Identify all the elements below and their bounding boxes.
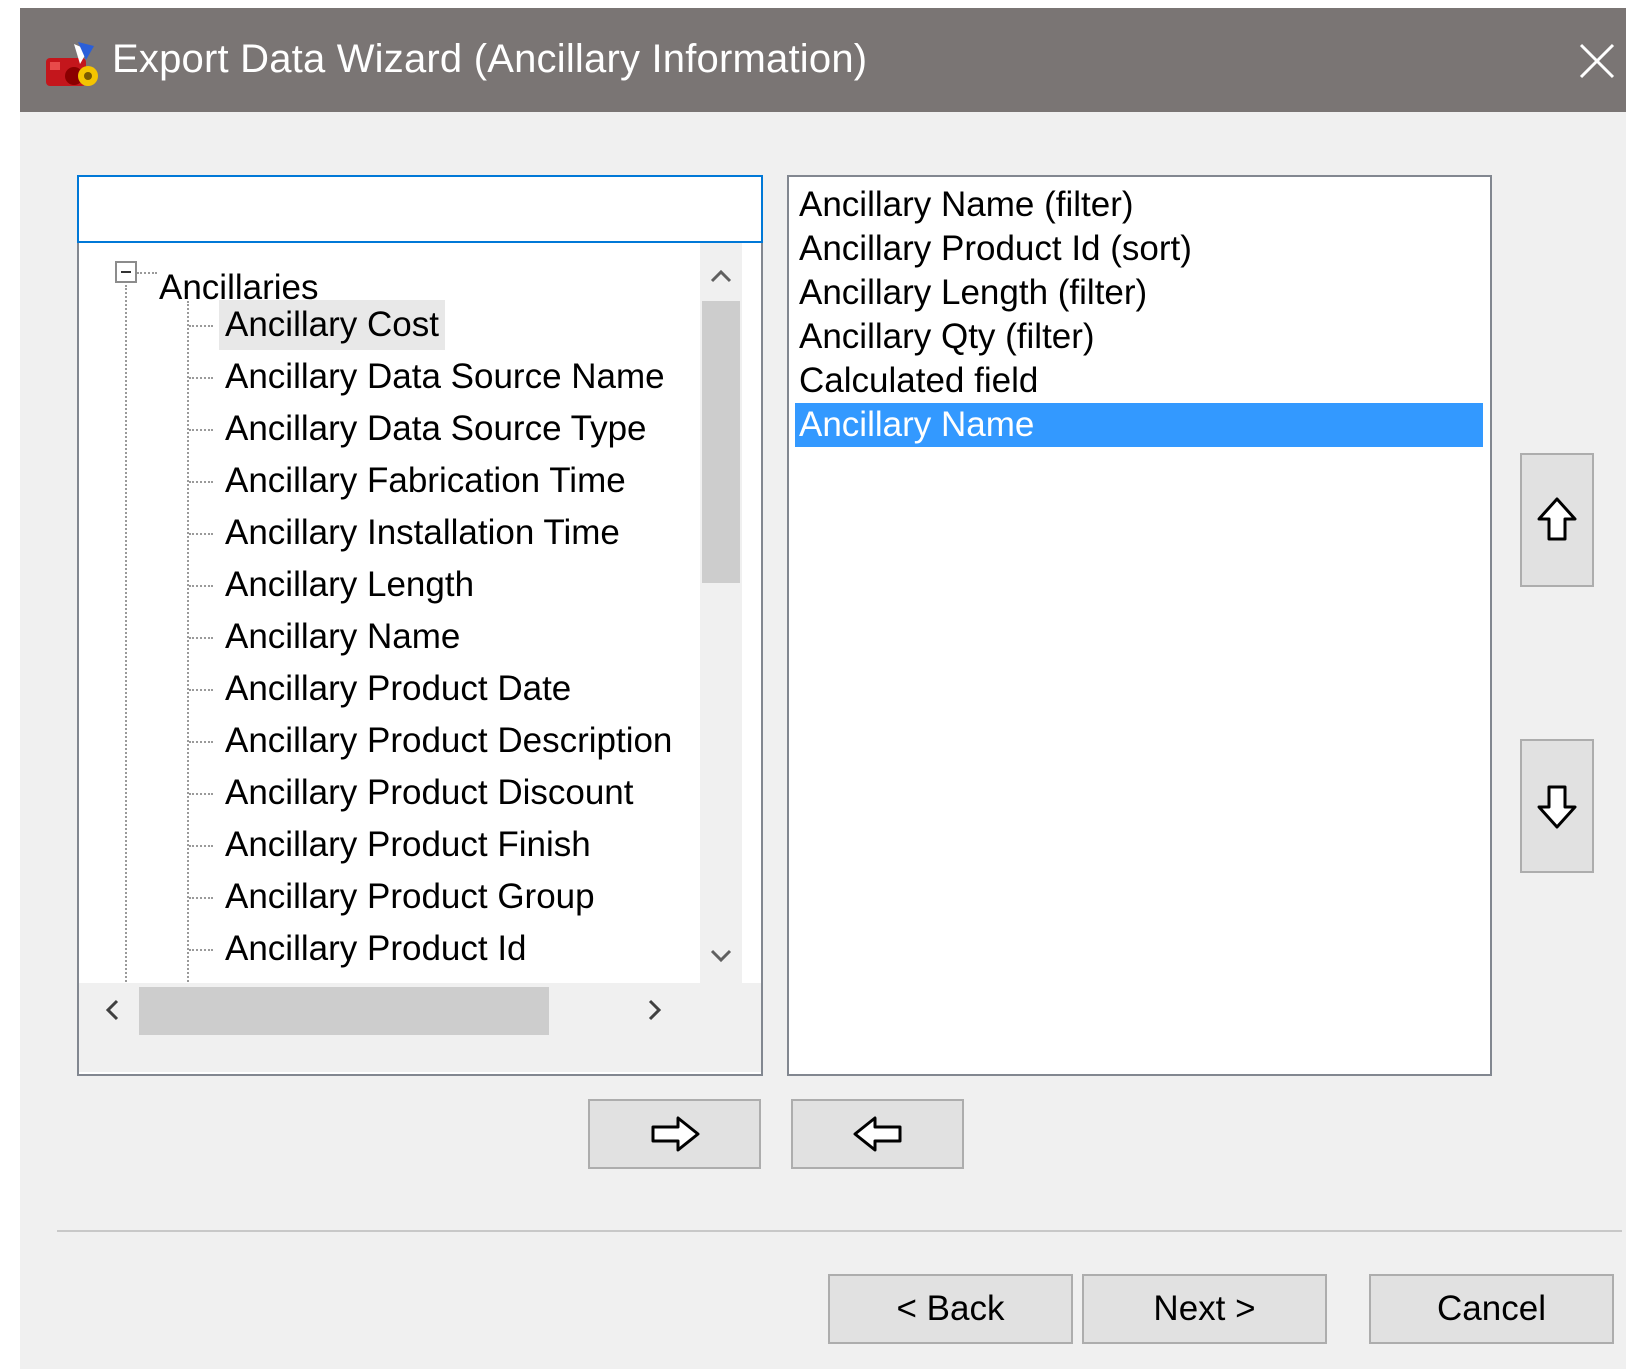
arrow-right-icon <box>651 1116 699 1152</box>
arrow-left-icon <box>853 1116 901 1152</box>
tree-item[interactable]: Ancillary Product Date <box>189 664 577 714</box>
list-item[interactable]: Ancillary Name (filter) <box>795 183 1483 227</box>
scrollbar-corner <box>700 983 761 1072</box>
tree-item[interactable]: Ancillary Data Source Type <box>189 404 653 454</box>
collapse-toggle-icon[interactable] <box>115 261 137 283</box>
tree-connector <box>137 272 157 274</box>
scroll-up-icon[interactable] <box>706 261 736 291</box>
tree-item[interactable]: Ancillary Data Source Name <box>189 352 671 402</box>
list-item[interactable]: Ancillary Product Id (sort) <box>795 227 1483 271</box>
tree-item[interactable]: Ancillary Cost <box>189 300 445 350</box>
next-button-label: Next > <box>1153 1289 1256 1328</box>
cancel-button[interactable]: Cancel <box>1369 1274 1614 1344</box>
list-item[interactable]: Ancillary Qty (filter) <box>795 315 1483 359</box>
scroll-down-icon[interactable] <box>706 941 736 971</box>
tree-connector <box>125 285 127 1045</box>
export-wizard-window: Export Data Wizard (Ancillary Informatio… <box>20 8 1626 1369</box>
tree-item[interactable]: Ancillary Fabrication Time <box>189 456 632 506</box>
tree-item[interactable]: Ancillary Product Finish <box>189 820 597 870</box>
move-down-button[interactable] <box>1520 739 1594 873</box>
remove-field-button[interactable] <box>791 1099 964 1169</box>
footer-separator <box>57 1230 1622 1232</box>
horizontal-scroll-thumb[interactable] <box>139 987 549 1035</box>
back-button[interactable]: < Back <box>828 1274 1073 1344</box>
close-icon[interactable] <box>1578 42 1616 80</box>
field-search-input[interactable] <box>77 175 763 243</box>
tree-item[interactable]: Ancillary Product Description <box>189 716 678 766</box>
title-bar: Export Data Wizard (Ancillary Informatio… <box>20 8 1626 112</box>
arrow-up-icon <box>1537 497 1577 541</box>
cancel-button-label: Cancel <box>1437 1289 1546 1328</box>
app-icon <box>46 42 98 86</box>
arrow-down-icon <box>1537 785 1577 829</box>
available-fields-tree[interactable]: Ancillaries Ancillary Cost Ancillary Dat… <box>77 243 763 1076</box>
selected-fields-list[interactable]: Ancillary Name (filter) Ancillary Produc… <box>787 175 1492 1076</box>
back-button-label: < Back <box>896 1289 1005 1328</box>
add-field-button[interactable] <box>588 1099 761 1169</box>
tree-item[interactable]: Ancillary Name <box>189 612 466 662</box>
list-item[interactable]: Ancillary Length (filter) <box>795 271 1483 315</box>
vertical-scroll-thumb[interactable] <box>702 301 740 583</box>
tree-item[interactable]: Ancillary Product Group <box>189 872 601 922</box>
window-title: Export Data Wizard (Ancillary Informatio… <box>112 37 868 81</box>
tree-connector <box>187 301 189 1045</box>
tree-item[interactable]: Ancillary Product Id <box>189 924 533 974</box>
scroll-left-icon[interactable] <box>97 995 127 1025</box>
tree-item[interactable]: Ancillary Product Discount <box>189 768 640 818</box>
move-up-button[interactable] <box>1520 453 1594 587</box>
next-button[interactable]: Next > <box>1082 1274 1327 1344</box>
list-item[interactable]: Calculated field <box>795 359 1483 403</box>
scroll-right-icon[interactable] <box>640 995 670 1025</box>
list-item-selected[interactable]: Ancillary Name <box>795 403 1483 447</box>
tree-item[interactable]: Ancillary Length <box>189 560 480 610</box>
tree-item[interactable]: Ancillary Installation Time <box>189 508 626 558</box>
